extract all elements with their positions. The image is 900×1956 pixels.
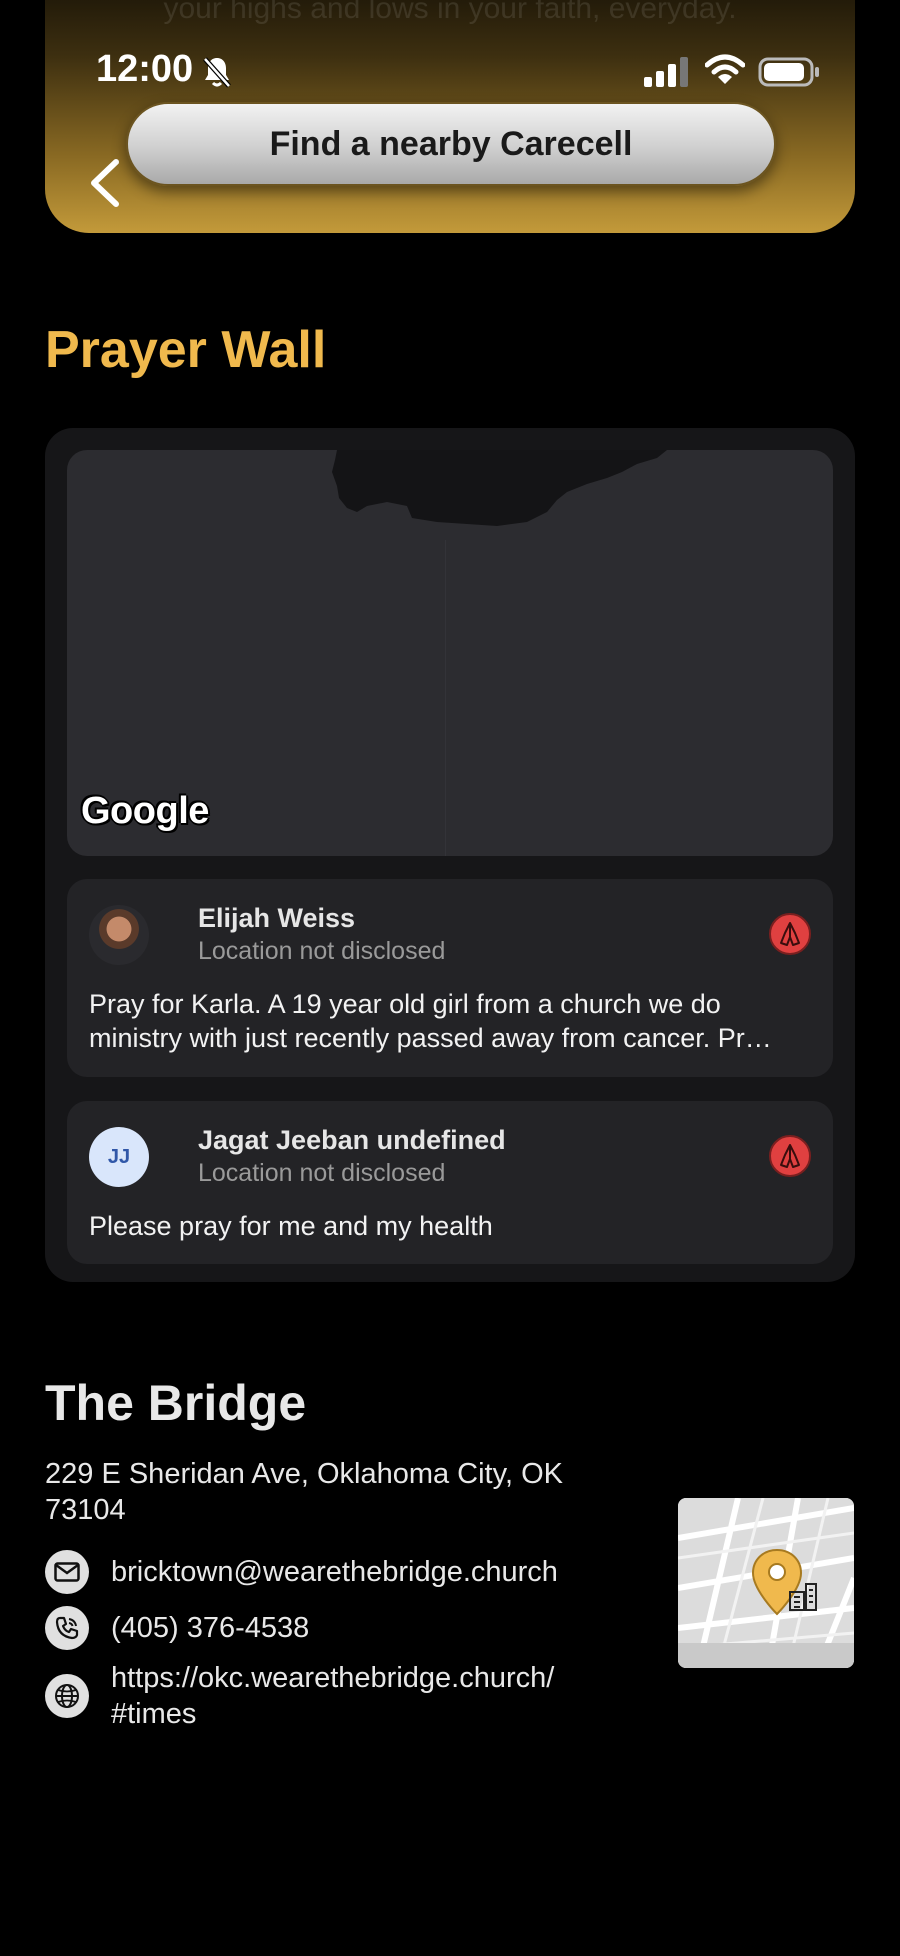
globe-icon	[45, 1674, 89, 1718]
building-icon	[789, 1583, 817, 1611]
church-location-map[interactable]	[678, 1498, 854, 1668]
website-link[interactable]: https://okc.wearethebridge.church/ #time…	[45, 1660, 631, 1732]
status-time: 12:00	[96, 48, 194, 90]
bell-muted-icon	[203, 57, 231, 88]
cellular-signal-icon	[644, 57, 688, 87]
avatar	[89, 905, 149, 965]
status-bar: 12:00	[0, 0, 900, 110]
prayer-wall-card: Google Elijah Weiss Location not disclos…	[45, 428, 855, 1282]
map-border-line	[445, 540, 446, 856]
church-address: 229 E Sheridan Ave, Oklahoma City, OK 73…	[45, 1458, 563, 1526]
battery-icon	[758, 57, 819, 87]
avatar-initials: JJ	[89, 1127, 149, 1187]
pray-button[interactable]	[769, 913, 811, 955]
praying-hands-icon	[780, 922, 800, 946]
find-carecell-button[interactable]: Find a nearby Carecell	[126, 102, 776, 186]
email-text: bricktown@wearethebridge.church	[111, 1556, 558, 1588]
prayer-wall-title: Prayer Wall	[45, 321, 327, 379]
back-chevron-icon[interactable]	[84, 158, 124, 208]
post-location: Location not disclosed	[198, 937, 446, 965]
praying-hands-icon	[780, 1144, 800, 1168]
post-text: Pray for Karla. A 19 year old girl from …	[89, 989, 772, 1053]
prayer-wall-map[interactable]: Google	[67, 450, 833, 856]
post-text: Please pray for me and my health	[89, 1211, 493, 1241]
phone-text: (405) 376-4538	[111, 1612, 310, 1644]
phone-icon	[45, 1606, 89, 1650]
envelope-icon	[45, 1550, 89, 1594]
church-name: The Bridge	[45, 1375, 307, 1431]
post-author-name: Elijah Weiss	[198, 903, 356, 933]
phone-link[interactable]: (405) 376-4538	[45, 1606, 631, 1650]
post-location: Location not disclosed	[198, 1159, 446, 1187]
post-author-name: Jagat Jeeban undefined	[198, 1125, 506, 1155]
email-link[interactable]: bricktown@wearethebridge.church	[45, 1550, 631, 1594]
prayer-post-card[interactable]: Elijah Weiss Location not disclosed Pray…	[67, 879, 833, 1077]
website-text: https://okc.wearethebridge.church/ #time…	[111, 1662, 555, 1730]
prayer-post-card[interactable]: JJ Jagat Jeeban undefined Location not d…	[67, 1101, 833, 1264]
wifi-icon	[705, 54, 745, 84]
google-logo: Google	[81, 790, 209, 832]
pray-button[interactable]	[769, 1135, 811, 1177]
